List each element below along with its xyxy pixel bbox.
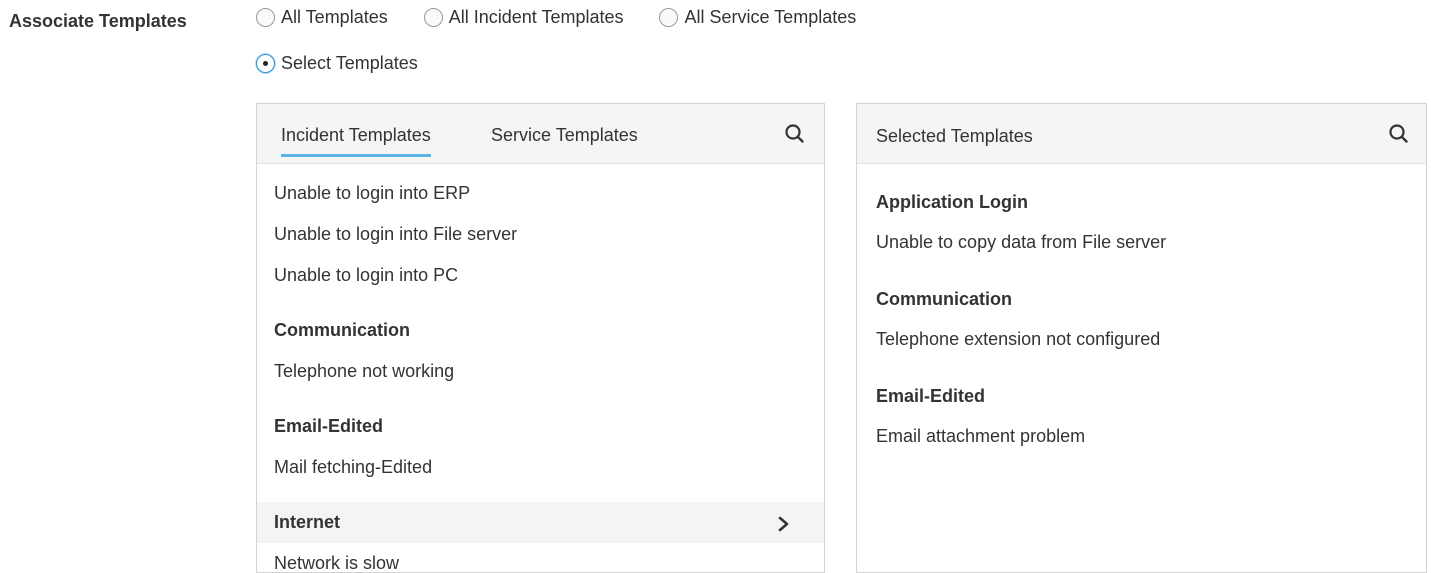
radio-label: All Service Templates bbox=[684, 7, 857, 27]
group-header-email-edited: Email-Edited bbox=[876, 386, 986, 406]
list-item[interactable]: Unable to copy data from File server bbox=[857, 222, 1426, 262]
chevron-right-icon[interactable] bbox=[778, 516, 790, 532]
search-icon[interactable] bbox=[784, 123, 806, 145]
radio-all-incident-templates[interactable]: All Incident Templates bbox=[423, 7, 624, 28]
available-templates-panel: Incident Templates Service Templates Una… bbox=[256, 103, 825, 573]
group-header-internet[interactable]: Internet bbox=[257, 502, 824, 543]
group-header-email-edited: Email-Edited bbox=[274, 416, 384, 436]
group-header-communication: Communication bbox=[274, 320, 411, 340]
list-item[interactable]: Email attachment problem bbox=[857, 416, 1426, 456]
list-item[interactable]: Telephone not working bbox=[257, 351, 824, 392]
tab-service-templates[interactable]: Service Templates bbox=[491, 125, 638, 154]
available-templates-list: Unable to login into ERP Unable to login… bbox=[257, 164, 824, 572]
radio-circle[interactable] bbox=[659, 8, 679, 27]
radio-all-service-templates[interactable]: All Service Templates bbox=[659, 7, 856, 28]
list-item[interactable]: Unable to login into PC bbox=[257, 255, 824, 296]
associate-templates-label: Associate Templates bbox=[9, 11, 187, 31]
group-header-communication: Communication bbox=[876, 289, 1013, 309]
group-header-application-login: Application Login bbox=[876, 192, 1028, 212]
list-item[interactable]: Unable to login into File server bbox=[257, 214, 824, 255]
available-templates-header: Incident Templates Service Templates bbox=[257, 104, 824, 164]
list-item[interactable]: Network is slow bbox=[257, 543, 824, 572]
template-scope-radio-group: All Templates All Incident Templates All… bbox=[256, 7, 892, 28]
radio-all-templates[interactable]: All Templates bbox=[256, 7, 388, 28]
radio-circle[interactable] bbox=[423, 8, 443, 27]
list-item[interactable]: Unable to login into ERP bbox=[257, 173, 824, 214]
radio-label: Select Templates bbox=[281, 53, 418, 73]
radio-dot bbox=[263, 61, 268, 66]
template-scope-radio-group-2: Select Templates bbox=[256, 53, 454, 74]
selected-templates-title: Selected Templates bbox=[876, 126, 1033, 146]
radio-label: All Templates bbox=[281, 7, 388, 27]
radio-label: All Incident Templates bbox=[448, 7, 624, 27]
tab-incident-templates[interactable]: Incident Templates bbox=[281, 125, 431, 157]
radio-circle-checked[interactable] bbox=[256, 54, 275, 73]
search-icon[interactable] bbox=[1388, 123, 1410, 145]
radio-circle[interactable] bbox=[256, 8, 275, 27]
selected-templates-header: Selected Templates bbox=[857, 104, 1426, 164]
list-item[interactable]: Telephone extension not configured bbox=[857, 319, 1426, 359]
selected-templates-list: Application Login Unable to copy data fr… bbox=[857, 182, 1426, 456]
selected-templates-panel: Selected Templates Application Login Una… bbox=[856, 103, 1427, 573]
group-name: Internet bbox=[274, 512, 341, 532]
list-item[interactable]: Mail fetching-Edited bbox=[257, 447, 824, 488]
radio-select-templates[interactable]: Select Templates bbox=[256, 53, 418, 74]
